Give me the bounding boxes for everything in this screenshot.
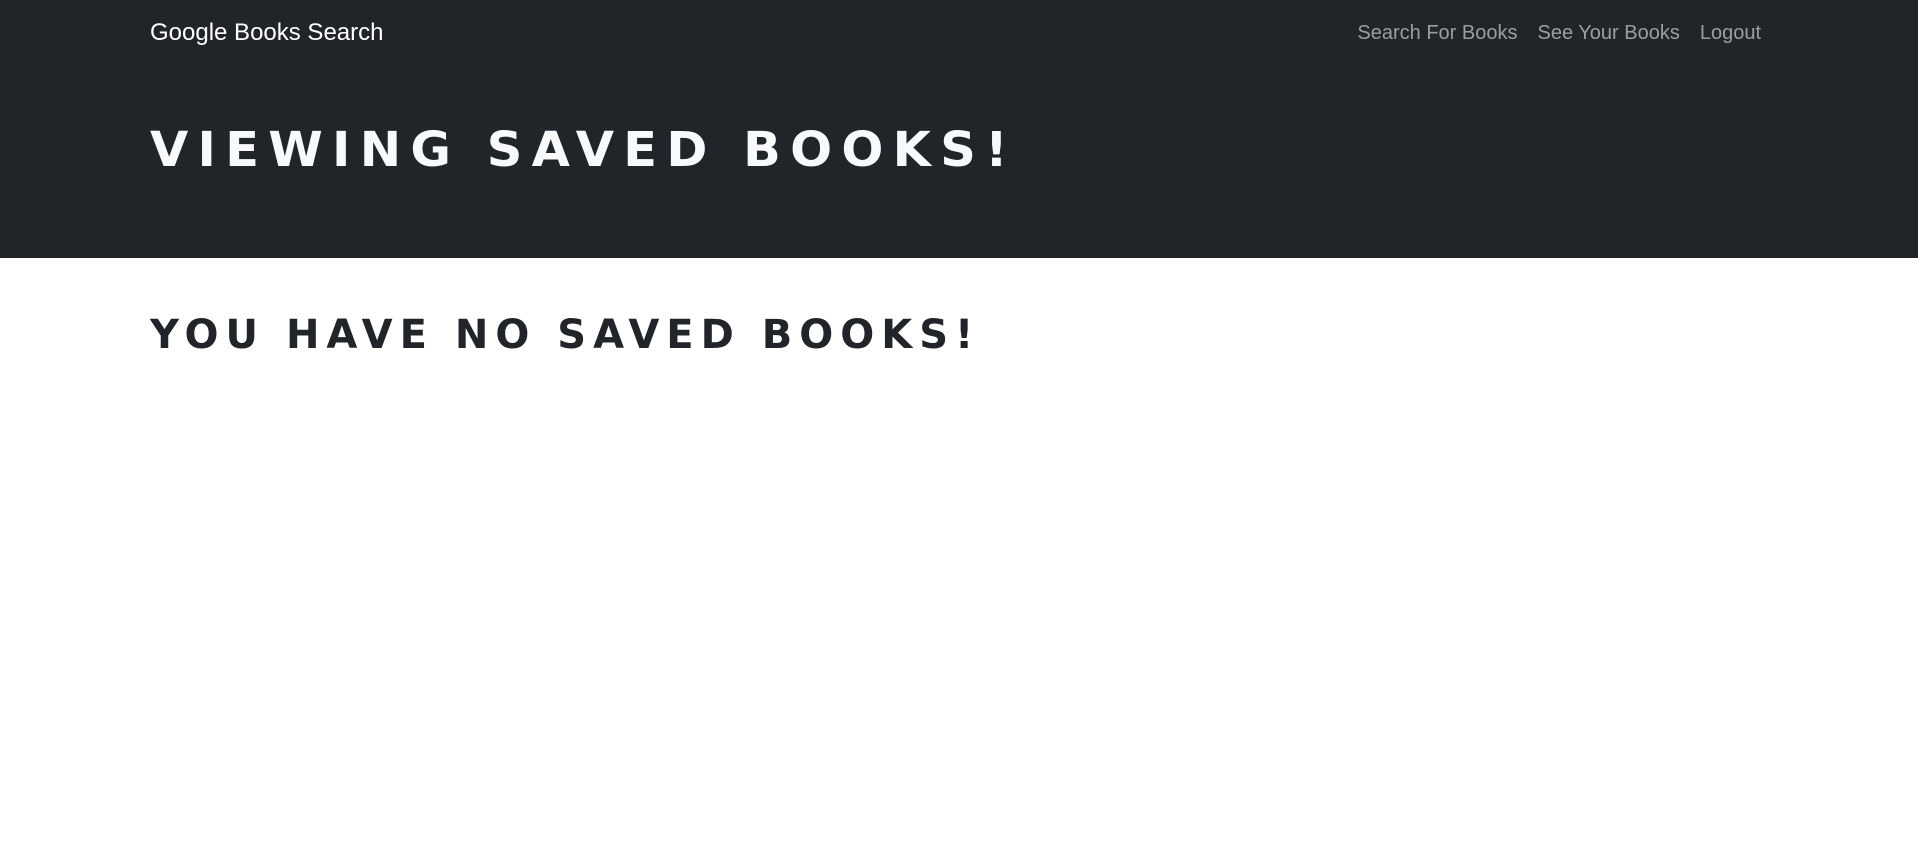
nav-link-search-for-books[interactable]: Search For Books <box>1357 22 1517 45</box>
brand-link[interactable]: Google Books Search <box>150 0 383 66</box>
empty-state-message: You have no saved books! <box>150 312 981 358</box>
hero-banner: Viewing saved books! <box>0 66 1918 258</box>
nav-link-see-your-books[interactable]: See Your Books <box>1537 22 1679 45</box>
nav-link-logout[interactable]: Logout <box>1700 22 1761 45</box>
top-navbar: Google Books Search Search For Books See… <box>0 0 1918 66</box>
main-content: You have no saved books! <box>0 258 1918 862</box>
page-title: Viewing saved books! <box>150 122 1017 178</box>
nav-links: Search For Books See Your Books Logout <box>1357 0 1761 66</box>
